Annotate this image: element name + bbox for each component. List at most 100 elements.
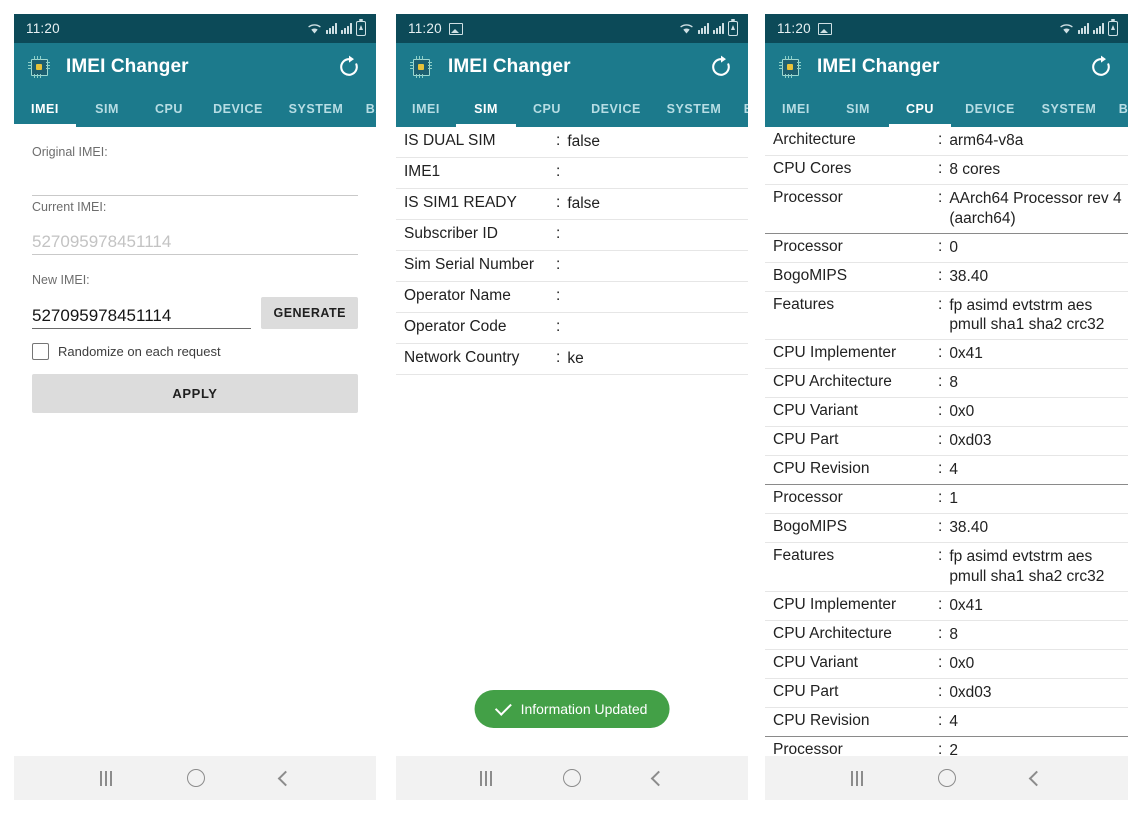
status-bar: 11:20 [14,14,376,43]
table-row: Processor:2 [765,737,1128,756]
tab-sim[interactable]: SIM [827,91,889,127]
row-key: Processor [773,740,843,756]
current-imei-field[interactable]: 527095978451114 [32,214,358,255]
row-key: IME1 [404,163,441,180]
table-row: IS SIM1 READY: false [396,189,748,220]
tab-device[interactable]: DEVICE [200,91,276,127]
tab-bar[interactable]: IMEI SIM CPU DEVICE SYSTEM BAT [14,91,376,127]
table-row: CPU Part:0xd03 [765,679,1128,708]
imei-tab-content: Original IMEI: Current IMEI: 52709597845… [14,127,376,756]
tab-system[interactable]: SYSTEM [654,91,734,127]
app-title: IMEI Changer [66,56,189,77]
tab-device[interactable]: DEVICE [951,91,1029,127]
tab-imei[interactable]: IMEI [396,91,456,127]
new-imei-input[interactable]: 527095978451114 [32,306,252,329]
tab-imei[interactable]: IMEI [765,91,827,127]
tab-sim[interactable]: SIM [456,91,516,127]
tab-battery[interactable]: BAT [1109,91,1128,127]
row-value: 8 [949,374,958,392]
tab-cpu[interactable]: CPU [138,91,200,127]
row-key: IS SIM1 READY [404,194,517,211]
recents-button[interactable] [479,770,492,786]
tab-sim[interactable]: SIM [76,91,138,127]
generate-button[interactable]: GENERATE [261,297,358,329]
row-key: CPU Implementer [773,595,897,613]
refresh-icon[interactable] [706,52,736,82]
status-bar-clock: 11:20 [408,21,442,36]
row-colon: : [556,225,561,242]
table-row: Features: fp asimd evtstrm aes pmull sha1… [765,543,1128,592]
back-button[interactable] [1029,770,1045,786]
recents-button[interactable] [850,770,863,786]
cpu-chip-icon [406,52,436,82]
table-row: Architecture: arm64-v8a [765,127,1128,156]
row-value: 0x41 [949,596,983,614]
table-row: IME1: [396,158,748,189]
row-value: ke [567,350,584,367]
app-bar: IMEI Changer [14,43,376,91]
row-value: 0xd03 [949,432,992,450]
refresh-icon[interactable] [334,52,364,82]
row-key: Processor [773,189,843,206]
tab-system[interactable]: SYSTEM [1029,91,1109,127]
back-button[interactable] [277,770,293,786]
table-row: CPU Implementer:0x41 [765,340,1128,370]
android-nav-bar [396,756,748,800]
tab-cpu[interactable]: CPU [516,91,578,127]
row-value: 0x41 [949,345,983,363]
randomize-checkbox[interactable] [32,343,49,360]
table-row: BogoMIPS:38.40 [765,263,1128,292]
phone-screenshot-cpu: 11:20 IMEI Changer IMEI SIM CPU DEVICE S… [765,14,1128,800]
refresh-icon[interactable] [1086,52,1116,82]
app-title: IMEI Changer [817,56,940,77]
phone-screenshot-sim: 11:20 IMEI Changer IMEI SIM CPU DEVICE S… [396,14,748,800]
cpu-tab-content: Architecture: arm64-v8a CPU Cores:8 cores… [765,127,1128,756]
current-imei-label: Current IMEI: [32,200,107,214]
tab-bar[interactable]: IMEI SIM CPU DEVICE SYSTEM BAT [765,91,1128,127]
row-key: Architecture [773,131,856,148]
tab-system[interactable]: SYSTEM [276,91,356,127]
table-row: Sim Serial Number: [396,251,748,282]
home-button[interactable] [937,769,956,787]
tab-battery[interactable]: BAT [356,91,376,127]
current-imei-value: 527095978451114 [32,232,172,251]
signal-icon [713,23,724,34]
row-key: CPU Part [773,431,839,449]
tab-cpu[interactable]: CPU [889,91,951,127]
back-button[interactable] [650,770,667,786]
table-row: BogoMIPS:38.40 [765,514,1128,544]
row-key: CPU Architecture [773,624,892,642]
row-key: CPU Implementer [773,344,897,362]
row-key: BogoMIPS [773,266,848,284]
tab-imei[interactable]: IMEI [14,91,76,127]
row-key: BogoMIPS [773,518,848,536]
wifi-icon [680,23,693,33]
row-value: fp asimd evtstrm aes pmull sha1 sha2 crc… [949,296,1105,334]
row-key: CPU Architecture [773,373,892,391]
home-button[interactable] [186,769,205,787]
row-key: CPU Part [773,682,839,700]
cpu-chip-icon [24,52,54,82]
cpu-info-list: Architecture: arm64-v8a CPU Cores:8 cores… [765,127,1128,756]
table-row: CPU Variant:0x0 [765,398,1128,428]
tab-bar[interactable]: IMEI SIM CPU DEVICE SYSTEM BAT [396,91,748,127]
image-icon [448,22,463,35]
original-imei-field[interactable] [32,159,358,196]
home-button[interactable] [563,769,582,787]
status-bar-left: 11:20 [26,21,60,36]
row-colon: : [556,256,561,273]
status-bar-left: 11:20 [777,21,832,36]
wifi-icon [1060,23,1073,33]
status-bar-clock: 11:20 [26,21,60,36]
tab-battery[interactable]: BAT [734,91,748,127]
row-colon: : [556,287,561,304]
table-row: Subscriber ID: [396,220,748,251]
apply-button[interactable]: APPLY [32,374,358,413]
tab-device[interactable]: DEVICE [578,91,654,127]
randomize-row[interactable]: Randomize on each request [32,343,358,360]
battery-charging-icon [356,19,366,36]
new-imei-label: New IMEI: [32,273,90,287]
recents-button[interactable] [99,770,112,786]
signal-icon [1078,23,1089,34]
row-key: CPU Revision [773,711,870,729]
